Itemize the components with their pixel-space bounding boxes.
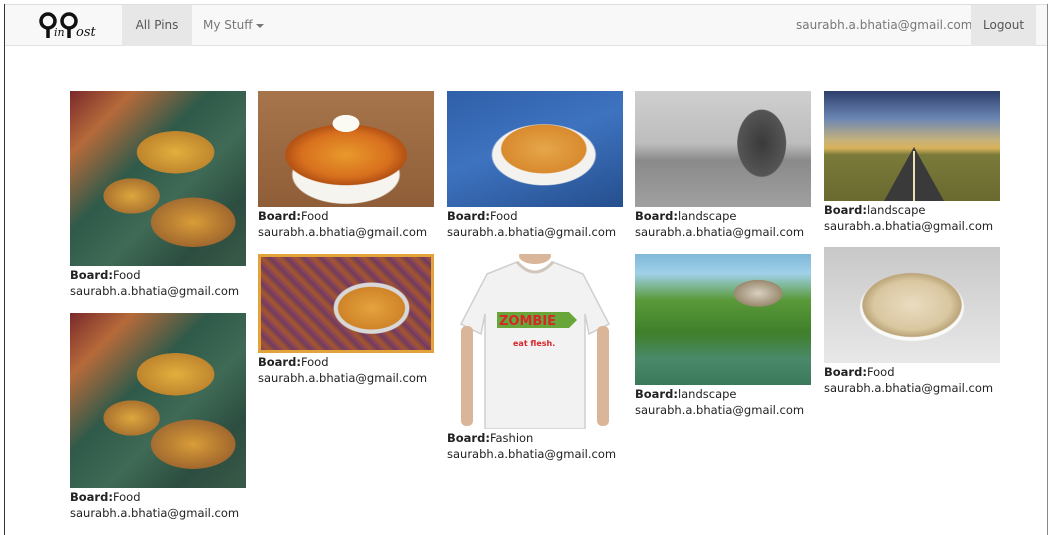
board-label: Board: [635,387,678,401]
nav-user-email[interactable]: saurabh.a.bhatia@gmail.com [784,5,984,46]
board-label: Board: [824,203,867,217]
board-label: Board: [70,490,113,504]
pin-image[interactable] [824,91,1000,201]
board-name[interactable]: Food [113,268,141,282]
pin-user[interactable]: saurabh.a.bhatia@gmail.com [824,219,993,233]
pin-user[interactable]: saurabh.a.bhatia@gmail.com [635,403,804,417]
board-label: Board: [824,365,867,379]
nav-all-pins[interactable]: All Pins [122,5,192,46]
board-name[interactable]: Food [867,365,895,379]
pin-meta: Board:landscape saurabh.a.bhatia@gmail.c… [635,208,811,240]
pin-user[interactable]: saurabh.a.bhatia@gmail.com [635,225,804,239]
pin-meta: Board:Food saurabh.a.bhatia@gmail.com [258,354,434,386]
pin-card[interactable]: Board:landscape saurabh.a.bhatia@gmail.c… [635,254,811,418]
board-label: Board: [70,268,113,282]
pin-user[interactable]: saurabh.a.bhatia@gmail.com [447,447,616,461]
pin-card[interactable]: Board:Food saurabh.a.bhatia@gmail.com [824,247,1000,396]
nav-my-stuff-label: My Stuff [203,18,253,32]
pin-meta: Board:landscape saurabh.a.bhatia@gmail.c… [635,386,811,418]
pin-user[interactable]: saurabh.a.bhatia@gmail.com [258,371,427,385]
pin-card[interactable]: Board:Food saurabh.a.bhatia@gmail.com [70,91,246,299]
board-label: Board: [635,209,678,223]
pin-user[interactable]: saurabh.a.bhatia@gmail.com [258,225,427,239]
pin-image[interactable] [70,91,246,266]
pin-image[interactable] [635,91,811,207]
pin-meta: Board:Food saurabh.a.bhatia@gmail.com [824,364,1000,396]
board-name[interactable]: Fashion [490,431,533,445]
svg-text:in: in [54,26,65,39]
pin-card[interactable]: Board:Food saurabh.a.bhatia@gmail.com [258,254,434,386]
board-name[interactable]: landscape [678,387,737,401]
nav-my-stuff-dropdown[interactable]: My Stuff [191,5,276,46]
pin-image[interactable] [447,91,623,207]
pin-card[interactable]: Board:Food saurabh.a.bhatia@gmail.com [258,91,434,240]
board-label: Board: [447,431,490,445]
pin-image[interactable] [635,254,811,385]
pin-meta: Board:Food saurabh.a.bhatia@gmail.com [70,267,246,299]
pin-card[interactable]: Board:landscape saurabh.a.bhatia@gmail.c… [635,91,811,240]
pin-meta: Board:Fashion saurabh.a.bhatia@gmail.com [447,430,623,462]
pin-image[interactable] [70,313,246,488]
brand-logo[interactable]: in ost [39,10,109,42]
caret-down-icon [256,23,265,28]
board-name[interactable]: Food [113,490,141,504]
board-label: Board: [447,209,490,223]
pin-card[interactable]: Board:Food saurabh.a.bhatia@gmail.com [70,313,246,521]
pin-image[interactable] [824,247,1000,363]
pin-meta: Board:Food saurabh.a.bhatia@gmail.com [70,489,246,521]
svg-text:ost: ost [76,25,96,40]
pin-user[interactable]: saurabh.a.bhatia@gmail.com [447,225,616,239]
board-name[interactable]: landscape [867,203,926,217]
tshirt-print-line2: eat flesh. [513,339,555,348]
pin-meta: Board:Food saurabh.a.bhatia@gmail.com [258,208,434,240]
pin-user[interactable]: saurabh.a.bhatia@gmail.com [824,381,993,395]
navbar: in ost All Pins My Stuff saurabh.a.bhati… [5,4,1047,46]
board-name[interactable]: Food [301,209,329,223]
pin-image[interactable] [258,91,434,207]
pin-card[interactable]: Board:Food saurabh.a.bhatia@gmail.com [447,91,623,240]
board-label: Board: [258,209,301,223]
pin-meta: Board:Food saurabh.a.bhatia@gmail.com [447,208,623,240]
board-name[interactable]: landscape [678,209,737,223]
board-name[interactable]: Food [301,355,329,369]
logout-button[interactable]: Logout [971,5,1036,46]
pin-meta: Board:landscape saurabh.a.bhatia@gmail.c… [824,202,1000,234]
board-label: Board: [258,355,301,369]
board-name[interactable]: Food [490,209,518,223]
pin-card[interactable]: ZOMBIE eat flesh. Board:Fashion saurabh.… [447,254,623,462]
pin-user[interactable]: saurabh.a.bhatia@gmail.com [70,506,239,520]
pin-image[interactable] [258,254,434,353]
tshirt-print-line1: ZOMBIE [499,314,556,329]
pin-image[interactable]: ZOMBIE eat flesh. [447,254,623,429]
pin-user[interactable]: saurabh.a.bhatia@gmail.com [70,284,239,298]
pin-card[interactable]: Board:landscape saurabh.a.bhatia@gmail.c… [824,91,1000,234]
